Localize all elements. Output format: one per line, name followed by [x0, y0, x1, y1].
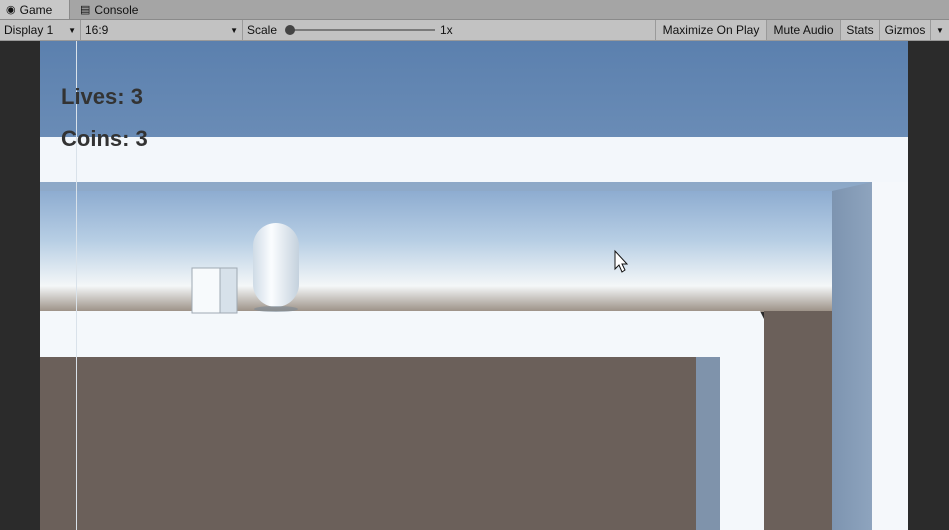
coins-counter: Coins: 3 — [61, 126, 148, 151]
display-value: Display 1 — [4, 23, 54, 37]
tab-game-label: Game — [19, 2, 53, 17]
aspect-dropdown[interactable]: 16:9 ▼ — [80, 20, 242, 40]
right-inner-wall — [832, 182, 872, 530]
right-pillar — [872, 182, 908, 530]
display-dropdown[interactable]: Display 1 ▼ — [0, 20, 80, 40]
maximize-on-play-button[interactable]: Maximize On Play — [655, 20, 766, 40]
corridor-interior — [40, 182, 872, 312]
ground — [40, 357, 696, 530]
scale-slider-track[interactable] — [288, 29, 435, 31]
game-view[interactable]: Lives: 3 Coins: 3 — [40, 41, 908, 530]
gizmos-dropdown[interactable]: ▼ — [930, 20, 949, 40]
game-scene — [40, 41, 908, 530]
cube — [191, 267, 221, 314]
chevron-down-icon: ▼ — [68, 25, 76, 35]
mute-audio-button[interactable]: Mute Audio — [766, 20, 840, 40]
scale-label: Scale — [247, 23, 278, 37]
walkway-pillar — [720, 357, 764, 530]
player-capsule — [253, 223, 299, 307]
console-icon: ▤ — [80, 4, 91, 16]
game-toolbar: Display 1 ▼ 16:9 ▼ Scale 1x Maximize On … — [0, 20, 949, 41]
sky — [40, 41, 908, 138]
stats-button[interactable]: Stats — [840, 20, 879, 40]
tab-bar: ◉ Game ▤ Console — [0, 0, 949, 20]
upper-platform — [40, 137, 908, 182]
aspect-value: 16:9 — [85, 23, 109, 37]
lives-counter: Lives: 3 — [61, 84, 143, 109]
tab-console-label: Console — [94, 2, 139, 17]
chevron-down-icon: ▼ — [230, 25, 238, 35]
gizmos-button[interactable]: Gizmos — [879, 20, 930, 40]
scale-slider-handle[interactable] — [285, 25, 295, 35]
gamepad-icon: ◉ — [6, 4, 16, 16]
scale-value: 1x — [440, 23, 453, 37]
walkway — [40, 311, 764, 357]
tab-console[interactable]: ▤ Console — [74, 0, 154, 19]
tab-game[interactable]: ◉ Game — [0, 0, 70, 19]
chevron-down-icon: ▼ — [936, 25, 944, 35]
